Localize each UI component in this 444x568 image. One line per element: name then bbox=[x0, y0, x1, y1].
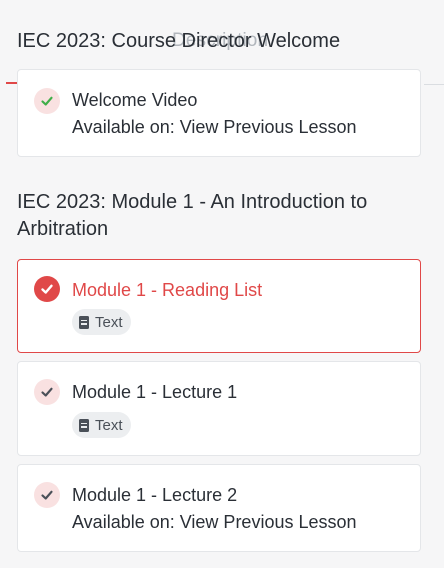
content-type-label: Text bbox=[95, 416, 123, 434]
header-divider bbox=[424, 84, 444, 85]
lesson-title: Module 1 - Lecture 1 bbox=[72, 382, 238, 402]
content-type-badge: Text bbox=[72, 309, 131, 335]
section-title-course-director-welcome: IEC 2023: Course Director Welcome bbox=[17, 30, 341, 52]
lesson-title: Welcome Video bbox=[72, 90, 198, 110]
lesson-title: Module 1 - Reading List bbox=[72, 280, 263, 300]
content-type-label: Text bbox=[95, 313, 123, 331]
lesson-card-module-1-lecture-1[interactable]: Module 1 - Lecture 1 Text bbox=[17, 361, 421, 456]
lesson-card-welcome-video[interactable]: Welcome Video Available on: View Previou… bbox=[17, 69, 421, 157]
document-icon bbox=[79, 315, 89, 329]
lesson-card-module-1-lecture-2[interactable]: Module 1 - Lecture 2 Available on: View … bbox=[17, 464, 421, 552]
document-icon bbox=[79, 418, 89, 432]
check-icon bbox=[34, 88, 60, 114]
check-icon bbox=[34, 379, 60, 405]
lesson-availability: Available on: View Previous Lesson bbox=[72, 512, 357, 532]
lesson-availability: Available on: View Previous Lesson bbox=[72, 117, 357, 137]
lesson-title: Module 1 - Lecture 2 bbox=[72, 485, 238, 505]
check-icon bbox=[34, 482, 60, 508]
content-type-badge: Text bbox=[72, 412, 131, 438]
lesson-card-module-1-reading-list[interactable]: Module 1 - Reading List Text bbox=[17, 259, 421, 353]
section-title-module-1: IEC 2023: Module 1 - An Introduction to … bbox=[17, 191, 368, 240]
check-icon bbox=[34, 276, 60, 302]
